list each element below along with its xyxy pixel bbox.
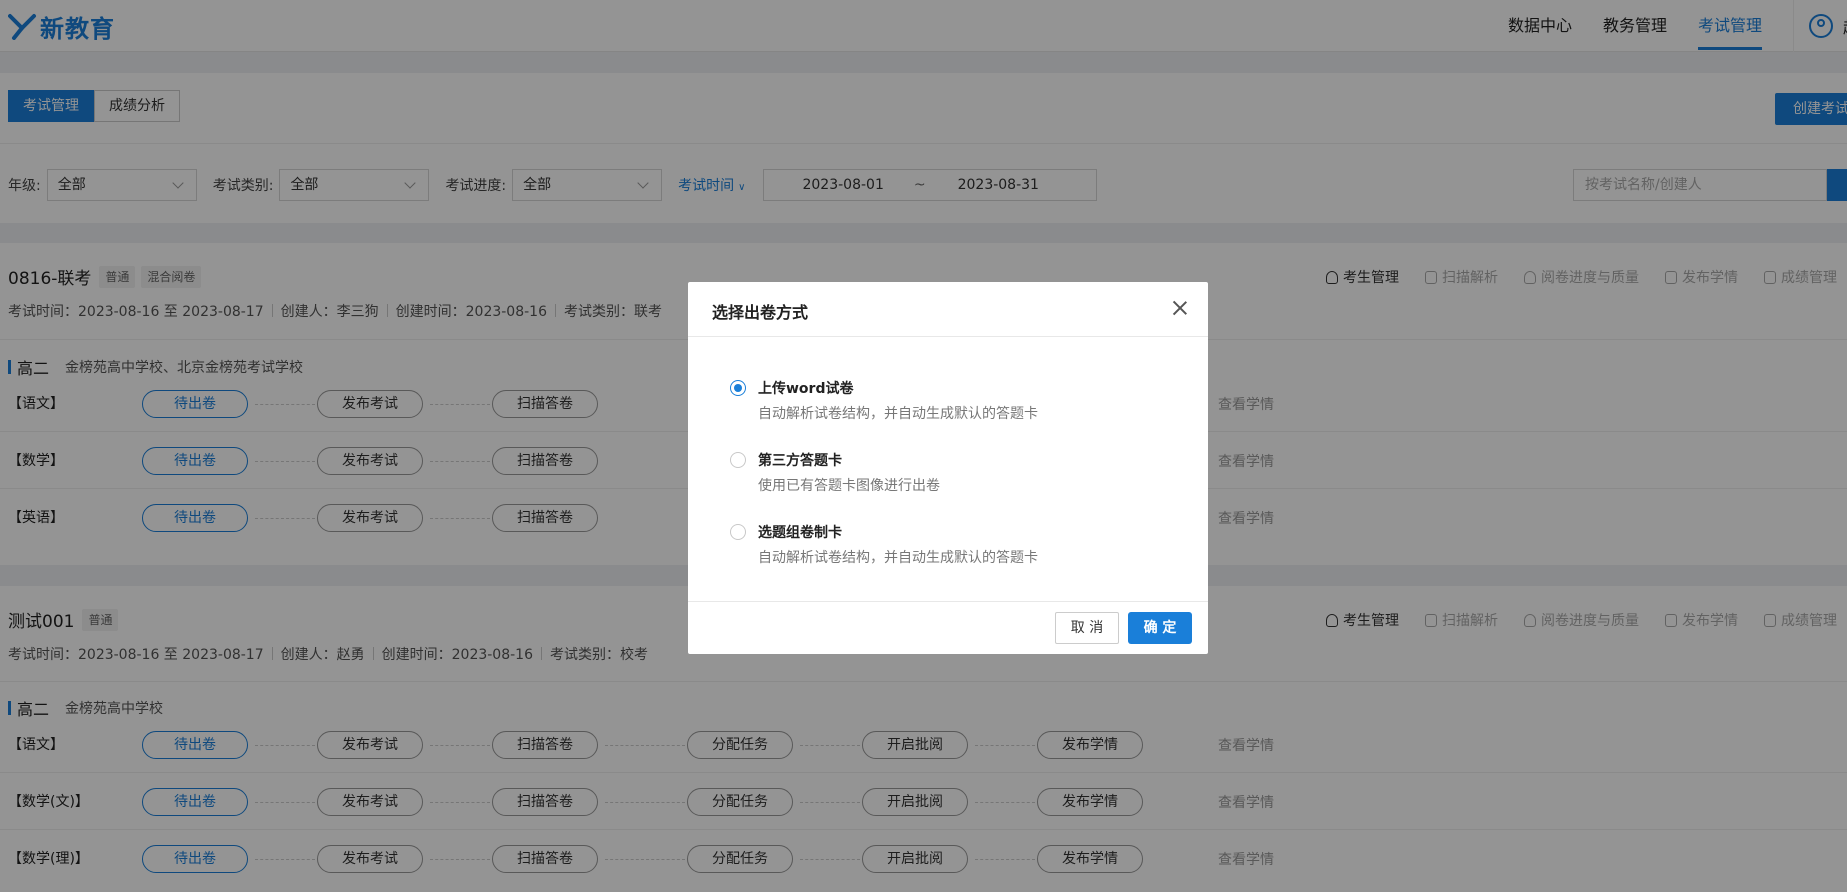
option-description: 自动解析试卷结构，并自动生成默认的答题卡 xyxy=(758,406,1038,422)
paper-method-dialog: 选择出卷方式 上传word试卷 自动解析试卷结构，并自动生成默认的答题卡 第三方… xyxy=(688,282,1208,654)
option-title: 选题组卷制卡 xyxy=(758,525,842,541)
option-title: 上传word试卷 xyxy=(758,381,854,397)
option-title: 第三方答题卡 xyxy=(758,453,842,469)
option-description: 自动解析试卷结构，并自动生成默认的答题卡 xyxy=(758,550,1038,566)
radio-button[interactable] xyxy=(730,524,746,540)
dialog-title: 选择出卷方式 xyxy=(712,303,809,322)
cancel-button[interactable]: 取 消 xyxy=(1055,612,1119,644)
radio-button[interactable] xyxy=(730,380,746,396)
confirm-button[interactable]: 确 定 xyxy=(1128,612,1192,644)
radio-button[interactable] xyxy=(730,452,746,468)
close-icon[interactable] xyxy=(1170,298,1190,318)
option-description: 使用已有答题卡图像进行出卷 xyxy=(758,478,940,494)
